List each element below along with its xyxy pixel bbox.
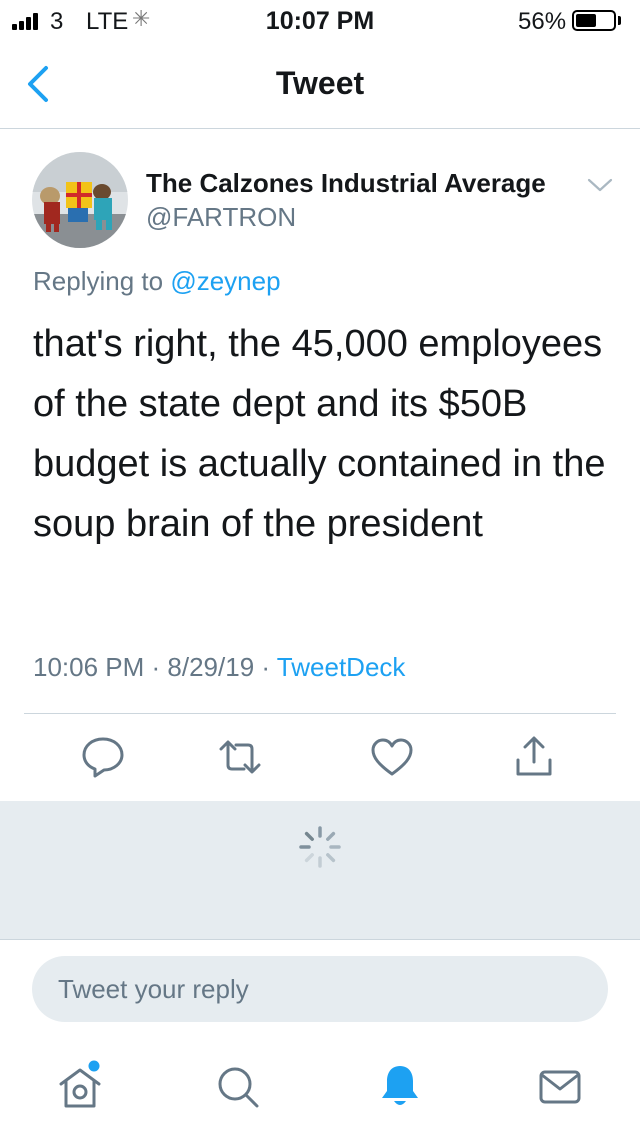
replying-to: Replying to @zeynep <box>33 266 281 297</box>
tab-messages[interactable] <box>532 1058 588 1114</box>
meta-separator: · <box>254 652 277 682</box>
reply-input[interactable] <box>58 956 588 1022</box>
reply-button[interactable] <box>79 734 127 780</box>
bell-icon <box>382 1066 418 1105</box>
share-button[interactable] <box>510 734 558 780</box>
like-button[interactable] <box>368 734 416 780</box>
retweet-icon <box>219 740 261 774</box>
chevron-down-icon <box>587 178 613 192</box>
author-display-name[interactable]: The Calzones Industrial Average <box>146 168 546 199</box>
tweet-text: that's right, the 45,000 employees of th… <box>33 323 606 545</box>
replies-loading-area <box>0 801 640 940</box>
tweet-options-button[interactable] <box>585 175 615 195</box>
reply-icon <box>82 737 124 778</box>
home-icon <box>59 1060 101 1108</box>
divider <box>24 713 616 714</box>
avatar-image <box>32 152 128 248</box>
replying-prefix: Replying to <box>33 266 171 296</box>
tweet-meta: 10:06 PM · 8/29/19 · TweetDeck <box>33 652 405 683</box>
heart-icon <box>371 738 413 776</box>
share-icon <box>516 736 552 776</box>
loading-spinner-icon <box>299 826 341 868</box>
author-handle[interactable]: @FARTRON <box>146 202 296 233</box>
tweet-time: 10:06 PM <box>33 652 145 682</box>
tab-notifications[interactable] <box>372 1058 428 1114</box>
navigation-bar: Tweet <box>0 40 640 129</box>
battery-icon <box>572 10 616 31</box>
envelope-icon <box>539 1070 581 1104</box>
replying-to-mention[interactable]: @zeynep <box>170 266 280 296</box>
page-title: Tweet <box>275 65 365 101</box>
battery-tip <box>618 16 621 25</box>
tab-home[interactable] <box>52 1058 108 1114</box>
status-bar: 3 LTE ✳ 10:07 PM 56% <box>0 0 640 40</box>
avatar[interactable] <box>32 152 128 248</box>
notification-dot <box>88 1060 100 1072</box>
search-icon <box>218 1067 259 1108</box>
retweet-button[interactable] <box>216 734 264 780</box>
tweet-date: 8/29/19 <box>167 652 255 682</box>
tab-search[interactable] <box>210 1058 266 1114</box>
meta-separator: · <box>144 652 168 682</box>
tweet-source-link[interactable]: TweetDeck <box>277 652 406 682</box>
reply-composer[interactable] <box>32 956 608 1022</box>
battery-percent: 56% <box>518 8 567 35</box>
